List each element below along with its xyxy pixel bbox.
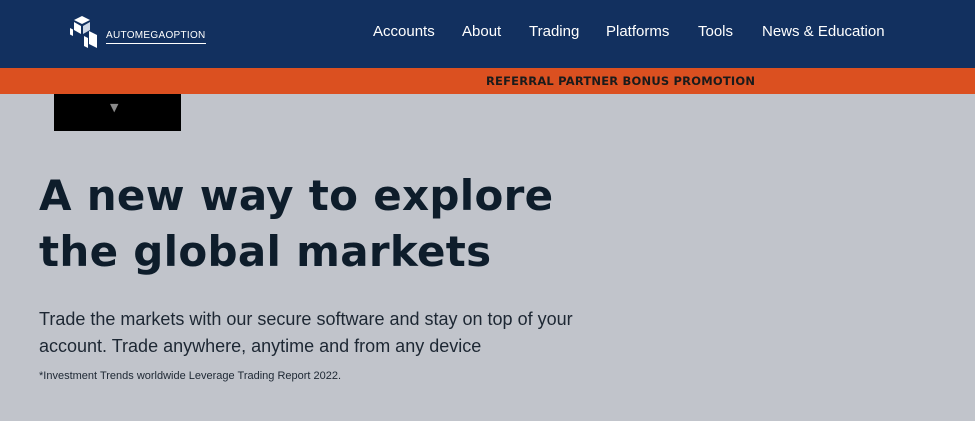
hero-subtitle-line-2: account. Trade anywhere, anytime and fro… [39, 336, 482, 356]
nav-item-platforms[interactable]: Platforms [606, 23, 669, 40]
nav-item-tools[interactable]: Tools [698, 23, 733, 40]
promo-text[interactable]: REFERRAL PARTNER BONUS PROMOTION [486, 74, 755, 88]
cube-logo-icon [70, 14, 104, 50]
hero-subtitle: Trade the markets with our secure softwa… [39, 306, 599, 360]
nav-item-accounts[interactable]: Accounts [373, 23, 435, 40]
site-logo[interactable]: AUTOMEGAOPTION [70, 14, 206, 50]
hero-title-line-1: A new way to explore [39, 171, 554, 220]
promo-bar[interactable]: REFERRAL PARTNER BONUS PROMOTION [0, 68, 975, 94]
hero-subtitle-line-1: Trade the markets with our secure softwa… [39, 309, 573, 329]
site-header: AUTOMEGAOPTION Accounts About Trading Pl… [0, 0, 975, 68]
nav-item-about[interactable]: About [462, 23, 501, 40]
nav-item-news-education[interactable]: News & Education [762, 23, 885, 40]
logo-text: AUTOMEGAOPTION [106, 30, 206, 44]
hero-title: A new way to explore the global markets [39, 168, 599, 280]
footnote: *Investment Trends worldwide Leverage Tr… [39, 370, 342, 382]
nav-item-trading[interactable]: Trading [529, 23, 579, 40]
hero-title-line-2: the global markets [39, 227, 492, 276]
caret-down-icon[interactable]: ▼ [110, 101, 118, 115]
